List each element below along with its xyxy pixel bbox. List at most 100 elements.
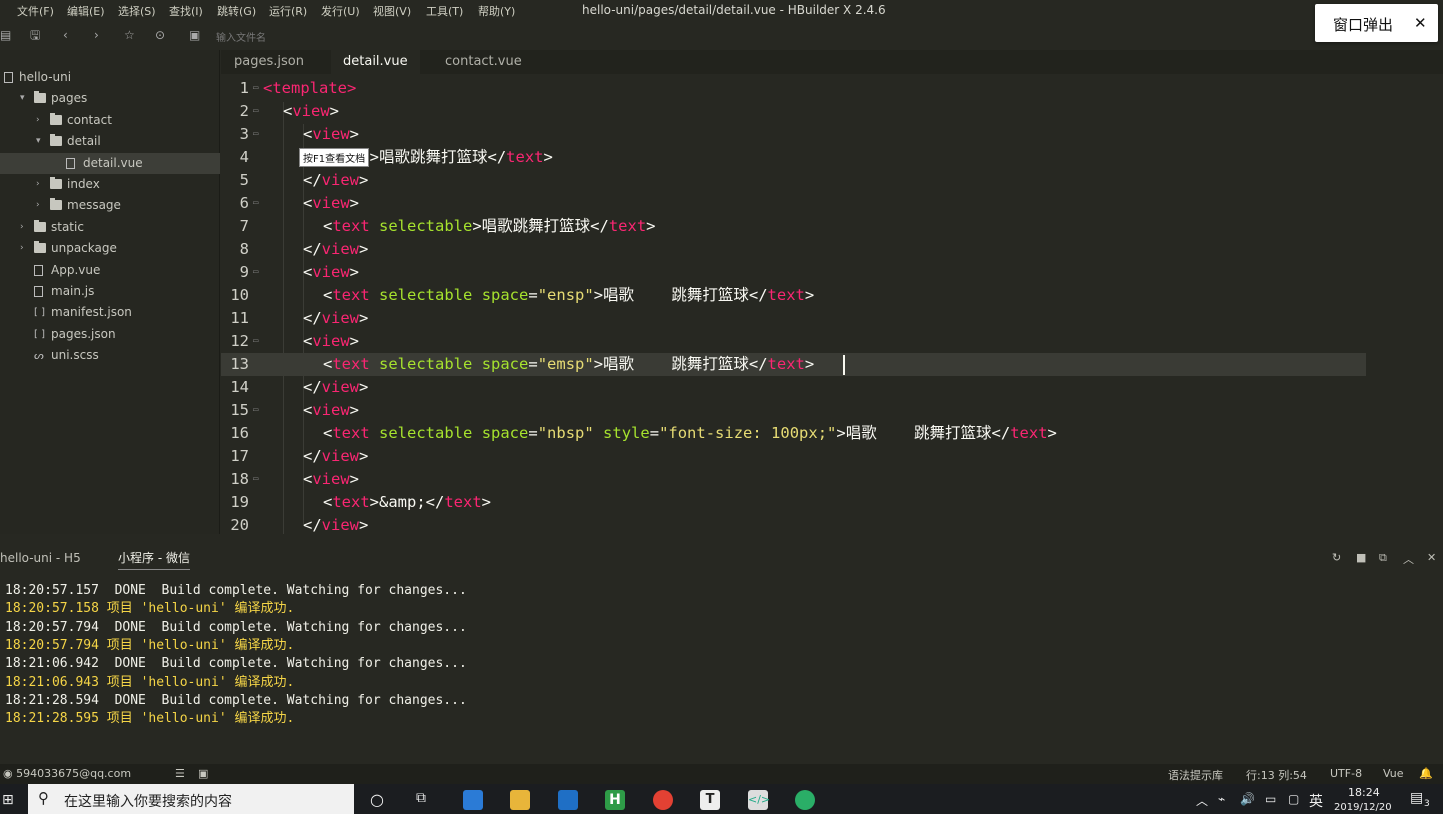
chevron-right-icon[interactable]: ›	[36, 174, 40, 195]
cursor-position[interactable]: 行:13 列:54	[1246, 767, 1307, 783]
typora-icon[interactable]: T	[700, 790, 720, 810]
menu-find[interactable]: 查找(I)	[169, 3, 203, 19]
menu-help[interactable]: 帮助(Y)	[478, 3, 515, 19]
windows-start-icon[interactable]: ⊞	[2, 792, 14, 808]
tree-item-uni-scss[interactable]: ᔕ uni.scss	[0, 345, 220, 366]
chevron-right-icon[interactable]: ›	[20, 217, 24, 238]
code-line[interactable]: 19 <text>&amp;</text>	[221, 491, 1443, 514]
task-view-icon[interactable]: ⧉	[416, 790, 426, 806]
tree-item-message[interactable]: › message	[0, 195, 220, 216]
tree-item-contact[interactable]: › contact	[0, 110, 220, 131]
code-editor[interactable]: 1▭<template>2▭<view>3▭<view>4<text>唱歌跳舞打…	[221, 74, 1443, 534]
chevron-down-icon[interactable]: ▾	[20, 88, 25, 109]
menu-publish[interactable]: 发行(U)	[321, 3, 360, 19]
encoding[interactable]: UTF-8	[1330, 767, 1362, 780]
chevron-right-icon[interactable]: ›	[20, 238, 24, 259]
tree-item-main-js[interactable]: main.js	[0, 281, 220, 302]
code-line[interactable]: 1 ▭ <template>	[221, 77, 1443, 100]
file-explorer-icon[interactable]	[510, 790, 530, 810]
menu-select[interactable]: 选择(S)	[118, 3, 156, 19]
fold-icon[interactable]: ▭	[253, 77, 258, 100]
wechat-devtools-icon[interactable]	[795, 790, 815, 810]
code-editor-icon[interactable]: </>	[748, 790, 770, 810]
tree-item-detail[interactable]: ▾ detail	[0, 131, 220, 152]
file-search-input[interactable]: 输入文件名	[216, 29, 266, 44]
menu-run[interactable]: 运行(R)	[269, 3, 307, 19]
tree-item-pages[interactable]: ▾ pages	[0, 88, 220, 109]
clock-date[interactable]: 2019/12/20	[1334, 802, 1392, 813]
tree-item-hello-uni[interactable]: hello-uni	[0, 67, 220, 88]
fold-icon[interactable]: ▭	[253, 261, 258, 284]
hbuilder-icon[interactable]: H	[605, 790, 625, 810]
back-icon[interactable]: ‹	[63, 28, 68, 42]
fold-icon[interactable]: ▭	[253, 100, 258, 123]
ime-indicator[interactable]: 英	[1309, 791, 1323, 811]
menu-file[interactable]: 文件(F)	[17, 3, 54, 19]
close-icon[interactable]: ✕	[1414, 14, 1427, 32]
code-line[interactable]: 8 </view>	[221, 238, 1443, 261]
window-popup-button[interactable]: 窗口弹出 ✕	[1315, 4, 1438, 42]
code-line[interactable]: 14 </view>	[221, 376, 1443, 399]
bell-icon[interactable]: 🔔	[1419, 767, 1433, 780]
fold-icon[interactable]: ▭	[253, 468, 258, 491]
taskbar-app-icon[interactable]	[463, 790, 483, 810]
popout-icon[interactable]: ⧉	[1379, 551, 1387, 565]
language-mode[interactable]: Vue	[1383, 767, 1404, 780]
tray-chevron-icon[interactable]: ︿	[1196, 792, 1208, 809]
battery-icon[interactable]: ▭	[1265, 792, 1276, 806]
chevron-right-icon[interactable]: ›	[36, 110, 40, 131]
tree-item-index[interactable]: › index	[0, 174, 220, 195]
save-icon[interactable]: 🖫	[30, 28, 40, 42]
network-icon[interactable]: ⌁	[1218, 792, 1225, 806]
code-line[interactable]: 17 </view>	[221, 445, 1443, 468]
terminal-icon[interactable]: ▣	[198, 767, 208, 780]
cortana-icon[interactable]: ○	[370, 790, 384, 809]
code-line[interactable]: 18 ▭ <view>	[221, 468, 1443, 491]
display-icon[interactable]: ▢	[1288, 792, 1299, 806]
code-line[interactable]: 5 </view>	[221, 169, 1443, 192]
tree-item-manifest-json[interactable]: [ ] manifest.json	[0, 302, 220, 323]
fold-icon[interactable]: ▭	[253, 330, 258, 353]
code-line[interactable]: 10 <text selectable space="ensp">唱歌 跳舞打篮球…	[221, 284, 1443, 307]
browse-icon[interactable]: ▣	[189, 28, 200, 42]
tab-h5-console[interactable]: hello-uni - H5	[0, 546, 81, 570]
tree-item-pages-json[interactable]: [ ] pages.json	[0, 324, 220, 345]
tree-item-unpackage[interactable]: › unpackage	[0, 238, 220, 259]
code-line[interactable]: 3 ▭ <view>	[221, 123, 1443, 146]
restart-icon[interactable]: ↻	[1332, 551, 1341, 564]
chevron-right-icon[interactable]: ›	[36, 195, 40, 216]
volume-icon[interactable]: 🔊	[1240, 792, 1255, 806]
syntax-library[interactable]: 语法提示库	[1168, 767, 1223, 783]
chevron-down-icon[interactable]: ▾	[36, 131, 41, 152]
clock-time[interactable]: 18:24	[1348, 786, 1380, 799]
vscode-icon[interactable]	[558, 790, 578, 810]
stop-icon[interactable]: ■	[1356, 551, 1366, 564]
menu-view[interactable]: 视图(V)	[373, 3, 411, 19]
menu-tools[interactable]: 工具(T)	[426, 3, 463, 19]
tree-item-app-vue[interactable]: App.vue	[0, 260, 220, 281]
close-panel-icon[interactable]: ✕	[1427, 551, 1436, 564]
code-line[interactable]: 9 ▭ <view>	[221, 261, 1443, 284]
fold-icon[interactable]: ▭	[253, 192, 258, 215]
layout-icon[interactable]: ▤	[0, 28, 11, 42]
code-line[interactable]: 4<text>唱歌跳舞打篮球</text>	[221, 146, 1443, 169]
code-line[interactable]: 13 <text selectable space="emsp">唱歌 跳舞打篮球…	[221, 353, 1366, 376]
tree-item-detail-vue[interactable]: detail.vue	[0, 152, 220, 174]
taskbar-search-input[interactable]: ⚲ 在这里输入你要搜索的内容	[28, 784, 354, 814]
code-line[interactable]: 6 ▭ <view>	[221, 192, 1443, 215]
tab-pages-json[interactable]: pages.json	[222, 50, 316, 74]
fold-icon[interactable]: ▭	[253, 123, 258, 146]
chevron-up-icon[interactable]: ︿	[1403, 551, 1414, 567]
code-line[interactable]: 20 </view>	[221, 514, 1443, 534]
code-line[interactable]: 11 </view>	[221, 307, 1443, 330]
code-line[interactable]: 2 ▭ <view>	[221, 100, 1443, 123]
tree-item-static[interactable]: › static	[0, 217, 220, 238]
list-icon[interactable]: ☰	[175, 767, 185, 780]
tab-weixin-console[interactable]: 小程序 - 微信	[118, 546, 190, 570]
menu-goto[interactable]: 跳转(G)	[217, 3, 256, 19]
chrome-icon[interactable]	[653, 790, 673, 810]
code-line[interactable]: 15 ▭ <view>	[221, 399, 1443, 422]
notification-icon[interactable]: ▤	[1410, 790, 1423, 806]
account-label[interactable]: ◉ 594033675@qq.com	[3, 767, 131, 780]
fold-icon[interactable]: ▭	[253, 399, 258, 422]
